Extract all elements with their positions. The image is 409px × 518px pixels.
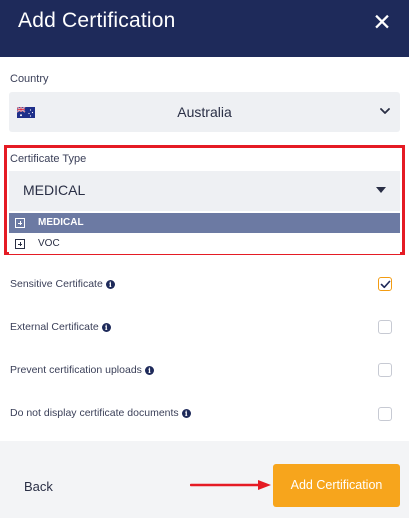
sensitive-certificate-checkbox[interactable]: [378, 277, 392, 291]
country-value: Australia: [177, 104, 232, 120]
external-certificate-checkbox[interactable]: [378, 320, 392, 334]
certificate-type-label: Certificate Type: [10, 153, 87, 165]
hide-documents-label: Do not display certificate documents i: [10, 407, 191, 419]
sensitive-certificate-label: Sensitive Certificate i: [10, 278, 115, 290]
certificate-option-medical[interactable]: MEDICAL: [9, 213, 400, 233]
option-label: VOC: [38, 238, 60, 249]
hide-documents-checkbox[interactable]: [378, 407, 392, 421]
modal-footer: Back Add Certification: [0, 441, 409, 518]
checkmark-icon: [380, 280, 391, 289]
certificate-type-value: MEDICAL: [23, 182, 86, 198]
expand-icon[interactable]: [15, 239, 25, 249]
country-label: Country: [10, 73, 49, 85]
info-icon[interactable]: i: [105, 280, 115, 289]
chevron-down-icon: [380, 108, 390, 114]
modal-body: Country Australia Certificate Type MEDIC…: [0, 57, 409, 441]
red-arrow-annotation: [190, 480, 271, 490]
caret-down-icon: [376, 187, 386, 193]
certificate-type-select[interactable]: MEDICAL: [9, 171, 400, 211]
option-label: MEDICAL: [38, 217, 84, 228]
back-button[interactable]: Back: [24, 479, 53, 494]
info-icon[interactable]: i: [181, 409, 191, 418]
info-icon[interactable]: i: [144, 366, 154, 375]
close-icon[interactable]: ✕: [371, 9, 393, 35]
external-certificate-label: External Certificate i: [10, 321, 111, 333]
modal-title: Add Certification: [18, 9, 176, 32]
country-select[interactable]: Australia: [9, 92, 400, 132]
prevent-uploads-label: Prevent certification uploads i: [10, 364, 154, 376]
info-icon[interactable]: i: [101, 323, 111, 332]
prevent-uploads-checkbox[interactable]: [378, 363, 392, 377]
expand-icon[interactable]: [15, 218, 25, 228]
modal-header: Add Certification ✕: [0, 0, 409, 57]
certificate-option-voc[interactable]: VOC: [9, 234, 400, 254]
add-certification-button[interactable]: Add Certification: [273, 464, 400, 507]
